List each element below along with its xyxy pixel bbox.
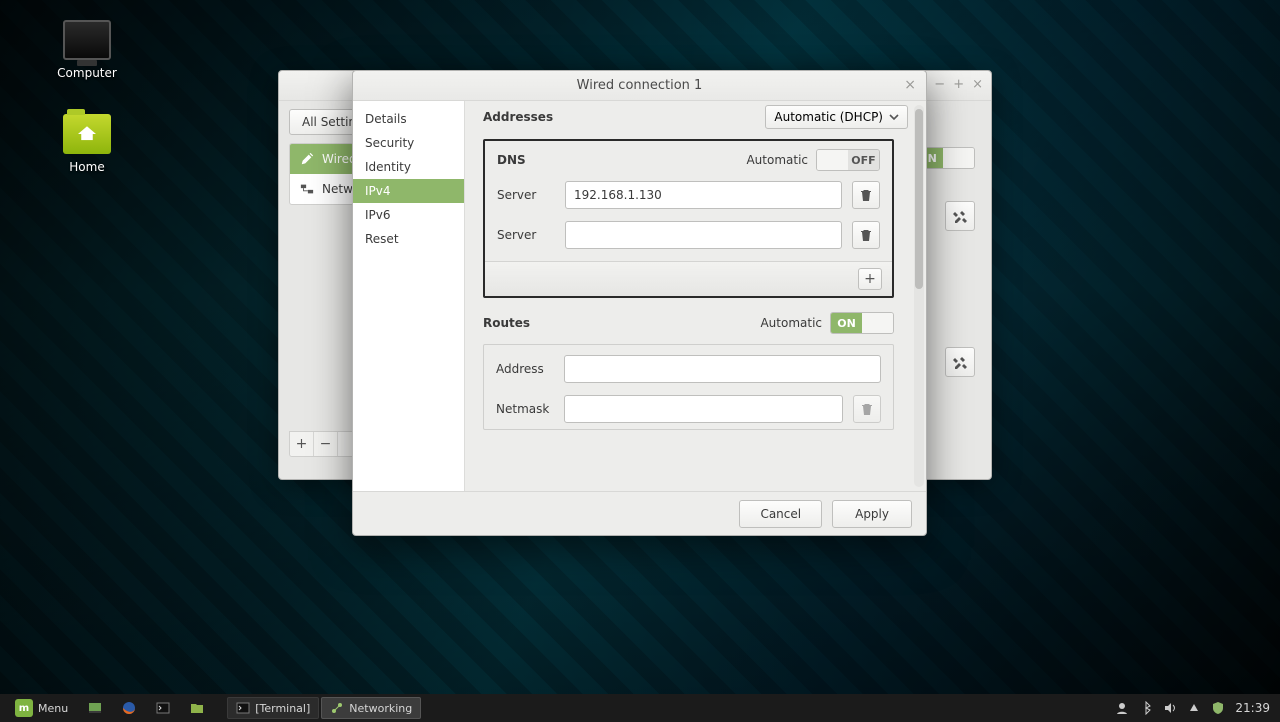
launcher-terminal[interactable]: [147, 697, 179, 719]
route-address-label: Address: [496, 362, 554, 376]
proxy-icon: [300, 182, 314, 196]
tab-identity[interactable]: Identity: [353, 155, 464, 179]
dns-delete-button-2[interactable]: [852, 221, 880, 249]
route-address-input[interactable]: [564, 355, 881, 383]
remove-connection-button[interactable]: −: [314, 432, 338, 456]
dns-label: DNS: [497, 153, 526, 167]
tools-icon: [952, 208, 968, 224]
tab-security[interactable]: Security: [353, 131, 464, 155]
tab-ipv4[interactable]: IPv4: [353, 179, 464, 203]
dns-server-input-1[interactable]: [565, 181, 842, 209]
close-icon[interactable]: ×: [904, 77, 916, 93]
route-netmask-label: Netmask: [496, 402, 554, 416]
connection-settings-button-2[interactable]: [945, 347, 975, 377]
taskbar-app-terminal[interactable]: [Terminal]: [227, 697, 319, 719]
window-controls: − + ×: [934, 77, 983, 92]
toggle-off-label: OFF: [848, 150, 879, 170]
desktop-icon-label: Home: [42, 160, 132, 174]
wired-connection-dialog[interactable]: Wired connection 1 × Details Security Id…: [352, 70, 927, 536]
routes-automatic-label: Automatic: [760, 316, 822, 330]
show-desktop-button[interactable]: [79, 697, 111, 719]
network-icon: [330, 701, 344, 715]
terminal-icon: [236, 701, 250, 715]
desktop-icon-label: Computer: [42, 66, 132, 80]
clock[interactable]: 21:39: [1235, 701, 1270, 715]
taskbar: m Menu [Terminal] Networking: [0, 694, 1280, 722]
desktop-icon: [88, 701, 102, 715]
tools-icon: [952, 354, 968, 370]
route-netmask-input[interactable]: [564, 395, 843, 423]
dialog-sidebar: Details Security Identity IPv4 IPv6 Rese…: [353, 101, 465, 491]
routes-automatic-toggle[interactable]: ON: [830, 312, 894, 334]
dns-delete-button-1[interactable]: [852, 181, 880, 209]
dns-server-input-2[interactable]: [565, 221, 842, 249]
plus-icon: +: [864, 271, 876, 287]
menu-label: Menu: [38, 702, 68, 715]
toggle-on-label: ON: [831, 313, 862, 333]
menu-button[interactable]: m Menu: [6, 697, 77, 719]
addresses-label: Addresses: [483, 110, 553, 124]
home-folder-icon: [63, 114, 111, 154]
dns-panel: DNS Automatic OFF Server: [483, 139, 894, 298]
cancel-button[interactable]: Cancel: [739, 500, 822, 528]
dialog-title: Wired connection 1: [577, 78, 703, 93]
desktop-icon-computer[interactable]: Computer: [42, 20, 132, 80]
mint-logo-icon: m: [15, 699, 33, 717]
routes-panel: Address Netmask: [483, 344, 894, 430]
user-icon[interactable]: [1115, 701, 1129, 715]
close-icon[interactable]: ×: [972, 77, 983, 92]
network-tray-icon[interactable]: [1187, 701, 1201, 715]
taskbar-app-label: [Terminal]: [255, 702, 310, 715]
tab-ipv6[interactable]: IPv6: [353, 203, 464, 227]
desktop-icon-home[interactable]: Home: [42, 114, 132, 174]
launcher-firefox[interactable]: [113, 697, 145, 719]
bluetooth-icon[interactable]: [1139, 701, 1153, 715]
trash-icon: [860, 402, 874, 416]
addresses-mode-select[interactable]: Automatic (DHCP): [765, 105, 908, 129]
pencil-icon: [300, 152, 314, 166]
apply-button[interactable]: Apply: [832, 500, 912, 528]
taskbar-app-networking[interactable]: Networking: [321, 697, 421, 719]
addresses-mode-value: Automatic (DHCP): [774, 110, 883, 124]
tab-reset[interactable]: Reset: [353, 227, 464, 251]
tab-details[interactable]: Details: [353, 107, 464, 131]
taskbar-app-label: Networking: [349, 702, 412, 715]
maximize-icon[interactable]: +: [953, 77, 964, 92]
volume-icon[interactable]: [1163, 701, 1177, 715]
trash-icon: [859, 188, 873, 202]
dialog-titlebar[interactable]: Wired connection 1 ×: [353, 71, 926, 101]
dns-automatic-label: Automatic: [746, 153, 808, 167]
routes-label: Routes: [483, 316, 530, 330]
firefox-icon: [122, 701, 136, 715]
desktop: Computer Home − + × All Settings Wired: [0, 0, 1280, 722]
connection-settings-button-1[interactable]: [945, 201, 975, 231]
dns-server-label: Server: [497, 228, 555, 242]
minimize-icon[interactable]: −: [934, 77, 945, 92]
computer-icon: [63, 20, 111, 60]
files-icon: [190, 701, 204, 715]
trash-icon: [859, 228, 873, 242]
chevron-down-icon: [889, 112, 899, 122]
dns-automatic-toggle[interactable]: OFF: [816, 149, 880, 171]
shield-icon[interactable]: [1211, 701, 1225, 715]
launcher-files[interactable]: [181, 697, 213, 719]
add-connection-button[interactable]: +: [290, 432, 314, 456]
dns-server-label: Server: [497, 188, 555, 202]
terminal-icon: [156, 701, 170, 715]
route-delete-button[interactable]: [853, 395, 881, 423]
dns-add-button[interactable]: +: [858, 268, 882, 290]
scrollbar[interactable]: [914, 105, 924, 487]
dialog-main: Addresses Automatic (DHCP) DNS Automatic: [465, 101, 926, 491]
